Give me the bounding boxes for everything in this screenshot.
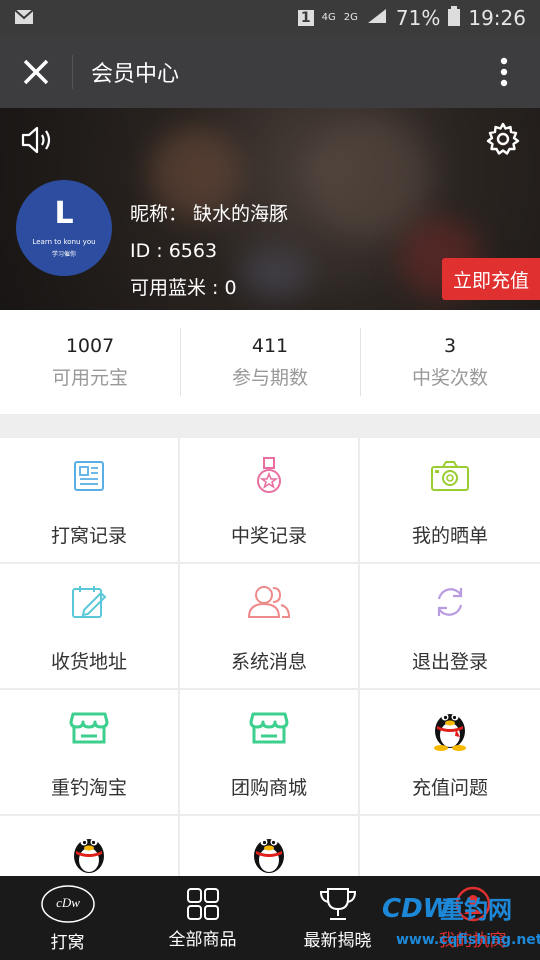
- network-2g: 2G: [343, 12, 358, 23]
- settings-button[interactable]: [486, 122, 520, 160]
- stat-label: 中奖次数: [411, 366, 488, 389]
- menu-item-messages[interactable]: 系统消息: [180, 564, 358, 690]
- avatar-tagline: Learn to konu you: [32, 238, 96, 246]
- menu-item-logout[interactable]: 退出登录: [360, 564, 540, 690]
- store-icon: [69, 712, 109, 743]
- trophy-icon: [319, 887, 356, 920]
- tab-all-products[interactable]: 全部商品: [135, 876, 270, 960]
- stat-label: 参与期数: [231, 366, 308, 389]
- menu-grid: 打窝记录 中奖记录 我的晒单 收货地址 系统消息 退出登录 重钓淘宝 团购商城 …: [0, 438, 540, 876]
- bottom-tab-bar: cDw 打窝 全部商品 最新揭晓 我的执窝: [0, 876, 540, 960]
- more-button[interactable]: [468, 36, 540, 108]
- menu-item-qq-1[interactable]: [0, 816, 178, 876]
- tab-home[interactable]: cDw 打窝: [0, 876, 135, 960]
- menu-label: 重钓淘宝: [50, 776, 127, 799]
- cdw-logo-icon: cDw: [40, 884, 95, 923]
- stat-label: 可用元宝: [51, 366, 128, 389]
- tab-label: 我的执窝: [438, 930, 507, 951]
- speaker-button[interactable]: [20, 124, 54, 160]
- balance: 可用蓝米 : 0: [130, 277, 237, 299]
- stat-value: 3: [443, 334, 457, 357]
- menu-label: 团购商城: [230, 776, 307, 799]
- refresh-icon: [437, 587, 463, 616]
- stat-value: 1007: [65, 334, 115, 357]
- avatar-subtitle: 学习催你: [51, 251, 76, 258]
- tab-label: 打窝: [50, 932, 85, 953]
- medal-icon: [257, 456, 281, 493]
- battery-icon: [448, 5, 461, 31]
- gear-icon: [486, 122, 520, 155]
- close-button[interactable]: [0, 36, 72, 108]
- menu-item-groupbuy[interactable]: 团购商城: [180, 690, 358, 816]
- clock: 19:26: [468, 6, 526, 30]
- tab-label: 全部商品: [168, 929, 237, 950]
- status-bar: 1 4G 2G 71% 19:26: [0, 0, 540, 36]
- store-icon: [249, 712, 289, 743]
- qq-penguin-icon: [434, 713, 466, 751]
- menu-label: 收货地址: [50, 650, 127, 673]
- qq-penguin-icon: [74, 838, 104, 873]
- title-divider: [72, 55, 73, 89]
- qq-penguin-icon: [254, 838, 284, 873]
- avatar[interactable]: L Learn to konu you 学习催你: [16, 180, 112, 276]
- tab-label: 最新揭晓: [303, 930, 372, 951]
- speaker-icon: [21, 126, 51, 154]
- camera-icon: [431, 460, 469, 491]
- profile-header: L Learn to konu you 学习催你 昵称： 缺水的海豚 ID : …: [0, 108, 540, 310]
- menu-label: 充值问题: [411, 776, 488, 799]
- network-4g: 4G: [321, 12, 336, 23]
- menu-item-taobao[interactable]: 重钓淘宝: [0, 690, 178, 816]
- sim-badge: 1: [297, 10, 314, 26]
- battery-level: 71%: [395, 6, 441, 30]
- mail-icon: [14, 6, 34, 30]
- profile-info: 昵称： 缺水的海豚 ID : 6563 可用蓝米 : 0: [130, 196, 288, 307]
- nickname: 昵称： 缺水的海豚: [130, 203, 289, 225]
- stat-value: 411: [251, 334, 289, 357]
- menu-item-showcase[interactable]: 我的晒单: [360, 438, 540, 564]
- title-bar: 会员中心: [0, 36, 540, 108]
- tab-latest[interactable]: 最新揭晓: [270, 876, 405, 960]
- stat-periods[interactable]: 411 参与期数: [180, 310, 360, 414]
- avatar-letter: L: [54, 196, 74, 231]
- document-icon: [74, 460, 104, 491]
- menu-item-records[interactable]: 打窝记录: [0, 438, 178, 564]
- calendar-edit-icon: [72, 585, 107, 618]
- menu-item-wins[interactable]: 中奖记录: [180, 438, 358, 564]
- menu-item-qq-2[interactable]: [180, 816, 358, 876]
- grid-icon: [186, 887, 219, 920]
- stat-wins[interactable]: 3 中奖次数: [360, 310, 540, 414]
- menu-item-empty: [360, 816, 540, 876]
- menu-label: 打窝记录: [50, 524, 127, 547]
- menu-label: 我的晒单: [411, 524, 488, 547]
- user-id: ID : 6563: [130, 240, 218, 262]
- recharge-button[interactable]: 立即充值: [442, 258, 540, 300]
- menu-label: 退出登录: [411, 650, 488, 673]
- page-title: 会员中心: [91, 62, 180, 87]
- signal-icon: [366, 6, 388, 30]
- stat-ingots[interactable]: 1007 可用元宝: [0, 310, 180, 414]
- users-icon: [247, 585, 291, 618]
- menu-label: 中奖记录: [230, 524, 307, 547]
- menu-item-recharge-help[interactable]: 充值问题: [360, 690, 540, 816]
- section-gap: [0, 414, 540, 438]
- menu-item-address[interactable]: 收货地址: [0, 564, 178, 690]
- more-vertical-icon: [500, 57, 508, 87]
- stats-bar: 1007 可用元宝 411 参与期数 3 中奖次数: [0, 310, 540, 414]
- close-icon: [23, 59, 49, 85]
- tab-mine[interactable]: 我的执窝: [405, 876, 540, 960]
- svg-text:cDw: cDw: [56, 895, 80, 910]
- user-icon: [455, 886, 490, 921]
- menu-label: 系统消息: [230, 650, 307, 673]
